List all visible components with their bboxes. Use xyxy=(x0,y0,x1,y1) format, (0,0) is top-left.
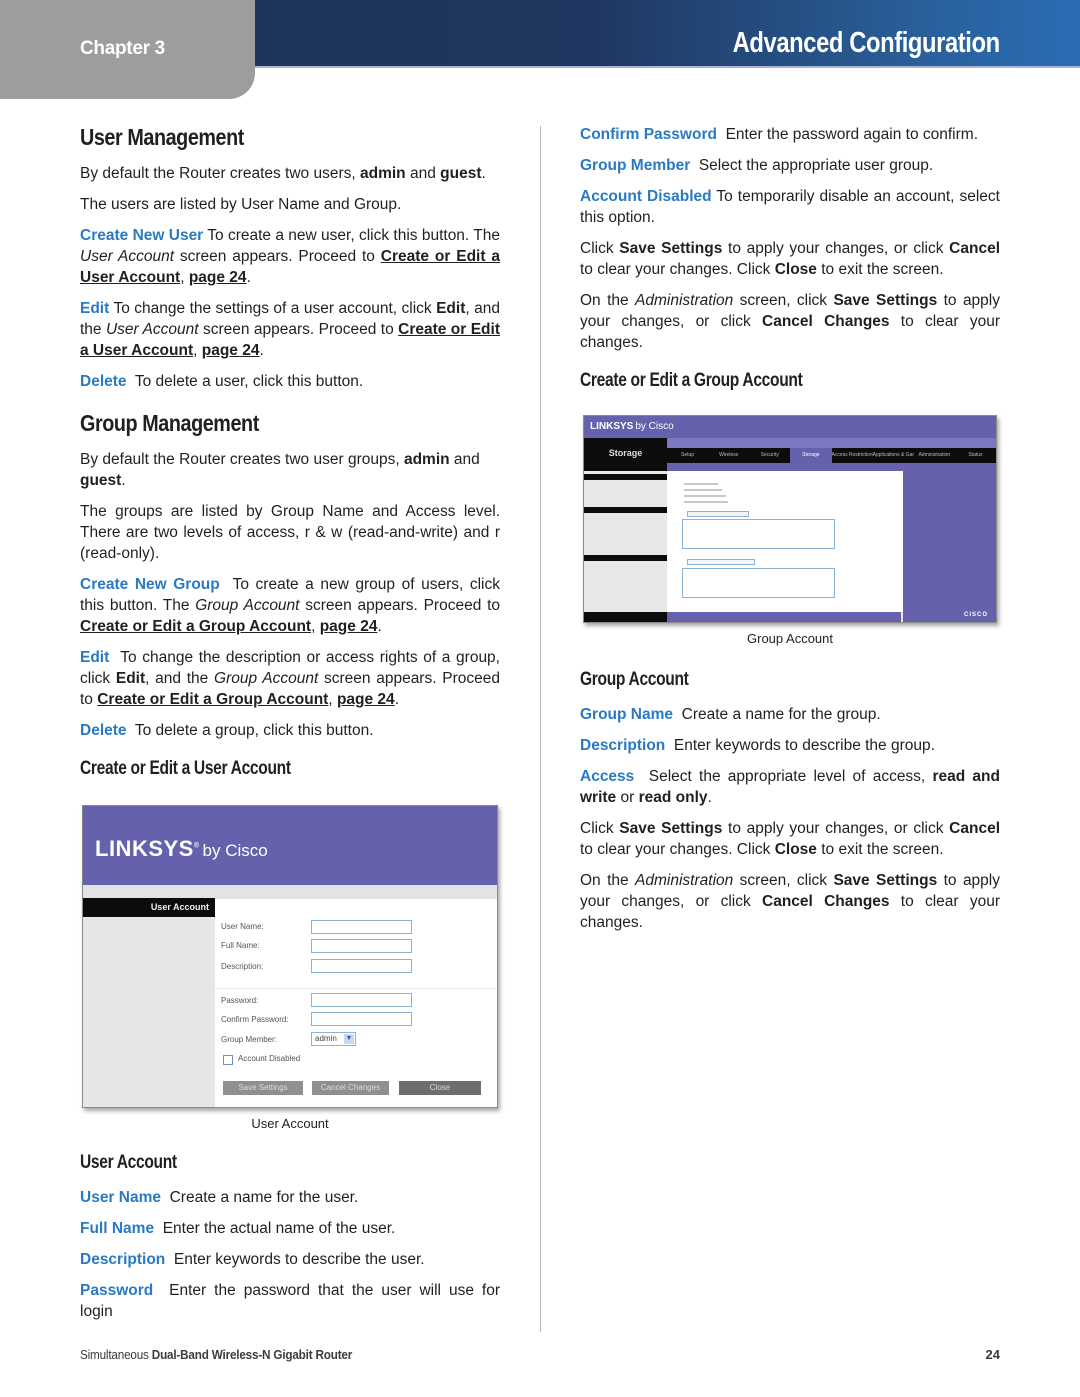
term: Delete xyxy=(80,722,127,739)
linksys-banner: LINKSYS® by Cisco xyxy=(83,806,497,885)
checkbox-label: Account Disabled xyxy=(238,1054,301,1063)
field-label: Group Member: xyxy=(221,1035,278,1044)
subheading-user-account: User Account xyxy=(80,1152,177,1173)
cross-reference-link[interactable]: Create or Edit a Group Account xyxy=(80,618,311,635)
confirm-password-input[interactable] xyxy=(311,1012,412,1026)
term: Create New Group xyxy=(80,576,220,593)
paragraph-save-settings: Click Save Settings to apply your change… xyxy=(580,820,1001,858)
cancel-changes-button[interactable]: Cancel Changes xyxy=(312,1081,389,1095)
groups-table xyxy=(682,568,835,598)
subheading-group-account: Group Account xyxy=(580,669,689,690)
tab-wireless[interactable]: Wireless xyxy=(708,448,749,463)
definition-account-disabled: Account Disabled To temporarily disable … xyxy=(580,188,1000,226)
term: Edit xyxy=(80,649,110,666)
tab-security[interactable]: Security xyxy=(749,448,790,463)
definition-full-name: Full Name Enter the actual name of the u… xyxy=(80,1220,396,1237)
page-number: 24 xyxy=(985,1347,1000,1362)
page-section-label: Storage xyxy=(584,438,667,471)
definition-edit-user: Edit To change the settings of a user ac… xyxy=(80,300,500,359)
definition-password: Password Enter the password that the use… xyxy=(80,1282,505,1320)
nav-tabs: Setup Wireless Security Storage Access R… xyxy=(667,448,996,463)
sidebar-heading: User Account xyxy=(83,898,215,917)
sidebar xyxy=(584,471,667,612)
tab-setup[interactable]: Setup xyxy=(667,448,708,463)
cisco-logo: CISCO xyxy=(963,612,988,618)
definition-create-new-group: Create New Group To create a new group o… xyxy=(80,576,505,635)
cross-reference-link[interactable]: Create or Edit a Group Account xyxy=(97,691,328,708)
tab-storage[interactable]: Storage xyxy=(790,448,832,463)
definition-confirm-password: Confirm Password Enter the password agai… xyxy=(580,126,979,143)
user-account-screenshot: LINKSYS® by Cisco User Account User Name:… xyxy=(82,805,498,1108)
description-input[interactable] xyxy=(311,959,412,973)
full-name-input[interactable] xyxy=(311,939,412,953)
chevron-down-icon: ▼ xyxy=(344,1034,354,1044)
field-label: Full Name: xyxy=(221,941,260,950)
tab-access-restrictions[interactable]: Access Restrictions xyxy=(832,448,873,463)
footer-bar xyxy=(667,612,901,622)
paragraph: The users are listed by User Name and Gr… xyxy=(80,196,402,213)
header-underline xyxy=(250,66,1080,68)
create-new-group-button[interactable] xyxy=(687,559,755,565)
page-link[interactable]: page 24 xyxy=(337,691,395,708)
chapter-tab: Chapter 3 xyxy=(0,0,255,99)
definition-description: Description Enter keywords to describe t… xyxy=(80,1251,425,1268)
tab-status[interactable]: Status xyxy=(955,448,996,463)
paragraph-administration: On the Administration screen, click Save… xyxy=(580,292,1000,351)
definition-delete-user: Delete To delete a user, click this butt… xyxy=(80,373,364,390)
field-label: Password: xyxy=(221,996,259,1005)
page-link[interactable]: page 24 xyxy=(202,342,260,359)
definition-group-member: Group Member Select the appropriate user… xyxy=(580,157,934,174)
linksys-banner: LINKSYS by Cisco xyxy=(584,416,996,438)
paragraph: By default the Router creates two users,… xyxy=(80,165,486,182)
tab-administration[interactable]: Administration xyxy=(914,448,955,463)
user-name-input[interactable] xyxy=(311,920,412,934)
footer-product-name: Simultaneous Dual-Band Wireless-N Gigabi… xyxy=(80,1347,353,1362)
term: Create New User xyxy=(80,227,204,244)
left-column: User Management By default the Router cr… xyxy=(80,120,500,1332)
paragraph: The groups are listed by Group Name and … xyxy=(80,503,500,562)
page-link[interactable]: page 24 xyxy=(320,618,378,635)
definition-edit-group: Edit To change the description or access… xyxy=(80,649,505,708)
password-input[interactable] xyxy=(311,993,412,1007)
field-label: Description: xyxy=(221,962,264,971)
right-column: Confirm Password Enter the password agai… xyxy=(580,124,1000,943)
close-button[interactable]: Close xyxy=(399,1081,481,1095)
tab-applications-gaming[interactable]: Applications & Gaming xyxy=(873,448,914,463)
term: Delete xyxy=(80,373,127,390)
subheading-create-user-account: Create or Edit a User Account xyxy=(80,758,291,779)
account-disabled-checkbox[interactable] xyxy=(223,1055,233,1065)
group-member-select[interactable]: admin ▼ xyxy=(311,1032,356,1046)
help-panel xyxy=(903,463,996,622)
figure-caption: User Account xyxy=(251,1116,329,1131)
users-table xyxy=(682,519,835,549)
field-label: Confirm Password: xyxy=(221,1015,289,1024)
paragraph-administration: On the Administration screen, click Save… xyxy=(580,872,1000,931)
group-account-screenshot: LINKSYS by Cisco Storage Setup Wireless S… xyxy=(583,415,997,623)
save-settings-button[interactable]: Save Settings xyxy=(223,1081,303,1095)
column-divider xyxy=(540,126,541,1332)
definition-user-name: User Name Create a name for the user. xyxy=(80,1189,359,1206)
paragraph-save-settings: Click Save Settings to apply your change… xyxy=(580,240,1001,278)
section-heading-group-management: Group Management xyxy=(80,410,259,436)
chapter-label: Chapter 3 xyxy=(80,38,165,59)
subheading-create-group-account: Create or Edit a Group Account xyxy=(580,370,803,391)
linksys-logo: LINKSYS® by Cisco xyxy=(95,836,268,861)
term: Edit xyxy=(80,300,110,317)
definition-access: Access Select the appropriate level of a… xyxy=(580,768,1000,806)
sidebar xyxy=(83,899,215,1107)
chapter-title: Advanced Configuration xyxy=(732,27,1001,59)
section-heading-user-management: User Management xyxy=(80,124,244,150)
paragraph: By default the Router creates two user g… xyxy=(80,451,480,489)
create-new-user-button[interactable] xyxy=(687,511,749,517)
definition-create-new-user: Create New User To create a new user, cl… xyxy=(80,227,500,286)
figure-caption: Group Account xyxy=(747,631,833,646)
field-label: User Name: xyxy=(221,922,264,931)
linksys-logo: LINKSYS by Cisco xyxy=(590,421,674,432)
definition-group-name: Group Name Create a name for the group. xyxy=(580,706,881,723)
definition-delete-group: Delete To delete a group, click this but… xyxy=(80,722,374,739)
definition-group-description: Description Enter keywords to describe t… xyxy=(580,737,935,754)
page-link[interactable]: page 24 xyxy=(189,269,247,286)
